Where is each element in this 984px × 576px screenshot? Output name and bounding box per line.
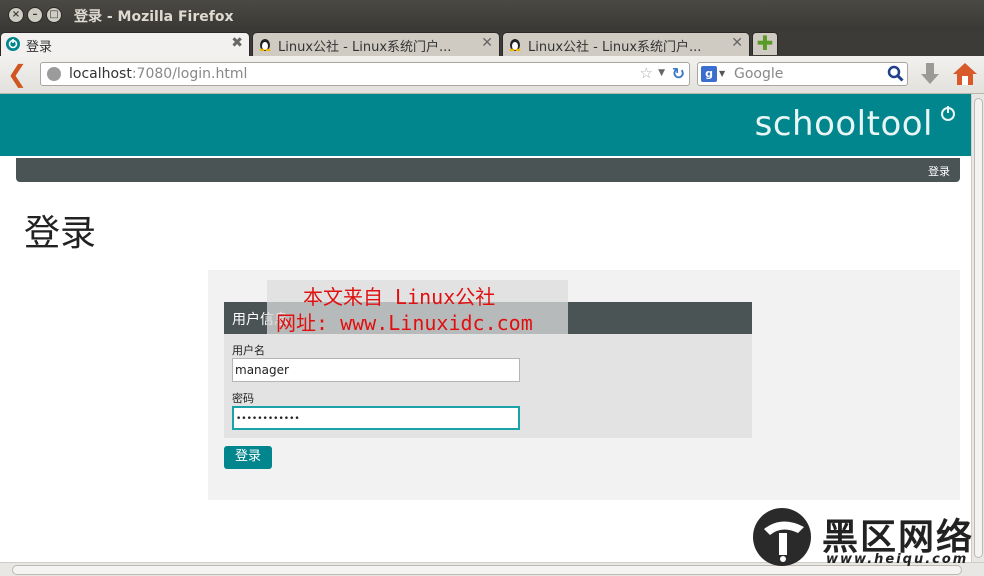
watermark-line-1: 本文来自 Linux公社 bbox=[303, 285, 496, 309]
tab-label: Linux公社 - Linux系统门户... bbox=[278, 40, 452, 55]
site-menubar: 登录 bbox=[16, 158, 960, 182]
username-field[interactable]: manager bbox=[232, 358, 520, 382]
search-bar[interactable]: g ▼ Google bbox=[697, 62, 908, 86]
tux-icon bbox=[509, 39, 521, 51]
heiqu-logo-icon bbox=[753, 508, 811, 566]
heiqu-logo-url: www.heiqu.com bbox=[826, 552, 969, 567]
tab-linuxidc-2[interactable]: Linux公社 - Linux系统门户... ✕ bbox=[502, 32, 750, 56]
globe-icon bbox=[47, 67, 61, 81]
horizontal-scroll-thumb[interactable] bbox=[12, 565, 962, 575]
close-tab-icon[interactable]: ✕ bbox=[481, 35, 493, 51]
page-title: 登录 bbox=[24, 213, 97, 254]
url-text[interactable]: localhost:7080/login.html bbox=[69, 66, 247, 82]
bookmark-star-icon[interactable]: ☆ bbox=[640, 64, 653, 82]
password-label: 密码 bbox=[232, 392, 254, 405]
watermark-line-2: 网址: www.Linuxidc.com bbox=[276, 311, 533, 335]
window-titlebar: × – □ 登录 - Mozilla Firefox bbox=[0, 0, 984, 30]
vertical-scrollbar[interactable] bbox=[971, 94, 984, 562]
tab-label: 登录 bbox=[26, 40, 53, 55]
new-tab-button[interactable]: ✚ bbox=[752, 32, 778, 55]
close-window-button[interactable]: × bbox=[8, 7, 24, 23]
site-brand[interactable]: schooltool bbox=[755, 104, 933, 144]
close-tab-icon[interactable]: ✖ bbox=[231, 35, 243, 51]
google-engine-icon[interactable]: g bbox=[701, 66, 717, 82]
history-dropdown-icon[interactable]: ▼ bbox=[658, 68, 665, 78]
download-icon[interactable] bbox=[918, 61, 942, 87]
login-button[interactable]: 登录 bbox=[224, 446, 272, 469]
window-title: 登录 - Mozilla Firefox bbox=[74, 9, 234, 25]
url-bar[interactable]: localhost:7080/login.html ☆ ▼ ↻ bbox=[40, 62, 690, 86]
home-icon[interactable] bbox=[952, 60, 978, 88]
engine-dropdown-icon[interactable]: ▼ bbox=[719, 69, 725, 78]
vertical-scroll-thumb[interactable] bbox=[974, 98, 983, 558]
minimize-window-button[interactable]: – bbox=[27, 7, 43, 23]
search-input[interactable]: Google bbox=[734, 66, 783, 82]
url-host: localhost bbox=[69, 66, 132, 82]
schooltool-favicon-icon bbox=[6, 37, 20, 51]
password-field[interactable]: •••••••••••• bbox=[232, 406, 520, 430]
tux-icon bbox=[259, 39, 271, 51]
url-path: :7080/login.html bbox=[131, 66, 248, 82]
back-arrow-icon[interactable]: ❮ bbox=[6, 61, 28, 87]
reload-icon[interactable]: ↻ bbox=[672, 64, 685, 83]
tab-label: Linux公社 - Linux系统门户... bbox=[528, 40, 702, 55]
tab-linuxidc-1[interactable]: Linux公社 - Linux系统门户... ✕ bbox=[252, 32, 500, 56]
maximize-window-button[interactable]: □ bbox=[46, 7, 62, 23]
site-header: schooltool bbox=[0, 94, 971, 156]
search-icon[interactable] bbox=[887, 65, 904, 82]
close-tab-icon[interactable]: ✕ bbox=[731, 35, 743, 51]
tab-login[interactable]: 登录 ✖ bbox=[0, 32, 250, 56]
menu-login-link[interactable]: 登录 bbox=[928, 163, 950, 179]
page-viewport: schooltool 登录 登录 用户信息 用户名 manager 密码 •••… bbox=[0, 94, 971, 562]
username-label: 用户名 bbox=[232, 344, 265, 357]
brand-power-icon bbox=[941, 106, 955, 121]
